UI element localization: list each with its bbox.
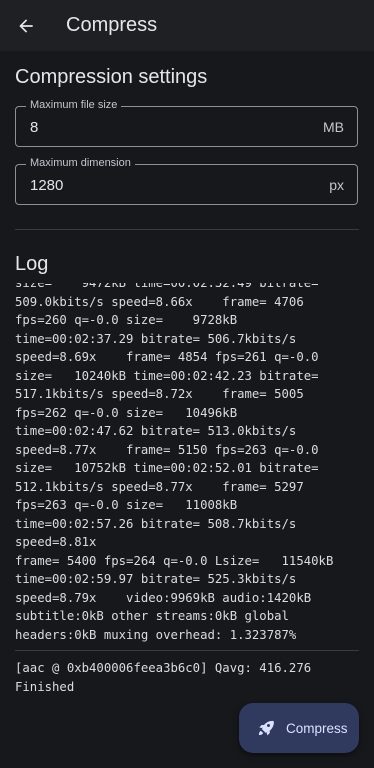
log-line: time=00:02:37.29 bitrate= 506.7kbits/s — [15, 331, 297, 346]
log-line: size= 10752kB time=00:02:52.01 bitrate= — [15, 461, 319, 475]
log-line: time=00:02:59.97 bitrate= 525.3kbits/s — [15, 572, 297, 586]
log-tail: [aac @ 0xb400006feea3b6c0] Qavg: 416.276… — [15, 659, 365, 696]
arrow-back-icon[interactable] — [15, 15, 37, 37]
max-file-size-field[interactable]: Maximum file size 8 MB — [15, 99, 358, 147]
log-line: speed=8.77x frame= 5150 fps=263 q=-0.0 — [15, 442, 319, 457]
divider — [15, 229, 359, 230]
compress-button-label: Compress — [286, 720, 348, 736]
log-line: fps=262 q=-0.0 size= 10496kB — [15, 405, 238, 420]
page-title: Compress — [66, 14, 158, 36]
log-line: frame= 5400 fps=264 q=-0.0 Lsize= 11540k… — [15, 553, 334, 568]
log-line: Finished — [15, 679, 75, 694]
max-dimension-label: Maximum dimension — [26, 157, 135, 169]
log-output[interactable]: size= 9472kB time=00:02:32.49 bitrate= 50… — [15, 283, 365, 643]
compress-button[interactable]: Compress — [239, 703, 359, 753]
log-title: Log — [15, 253, 49, 275]
max-dimension-field[interactable]: Maximum dimension 1280 px — [15, 157, 358, 205]
log-line: speed=8.79x video:9969kB audio:1420kB — [15, 590, 312, 605]
log-line: size= 10240kB time=00:02:42.23 bitrate= — [15, 368, 319, 383]
log-line: fps=260 q=-0.0 size= 9728kB — [15, 313, 238, 327]
log-line: time=00:02:57.26 bitrate= 508.7kbits/s — [15, 516, 297, 531]
max-file-size-unit: MB — [323, 119, 344, 135]
log-lines: size= 9472kB time=00:02:32.49 bitrate= 50… — [15, 283, 333, 643]
log-line: headers:0kB muxing overhead: 1.323787% — [15, 627, 297, 642]
log-line: size= 9472kB time=00:02:32.49 bitrate= — [15, 283, 319, 290]
divider — [15, 650, 359, 651]
max-file-size-value[interactable]: 8 — [30, 119, 38, 136]
max-dimension-unit: px — [329, 177, 344, 193]
log-line: [aac @ 0xb400006feea3b6c0] Qavg: 416.276 — [15, 661, 312, 675]
max-file-size-label: Maximum file size — [26, 99, 122, 111]
log-line: 517.1kbits/s speed=8.72x frame= 5005 — [15, 387, 304, 401]
log-line: subtitle:0kB other streams:0kB global — [15, 609, 289, 623]
log-line: speed=8.69x frame= 4854 fps=261 q=-0.0 — [15, 350, 319, 364]
log-line: speed=8.81x — [15, 535, 97, 549]
rocket-icon — [256, 718, 276, 738]
settings-title: Compression settings — [15, 66, 208, 88]
log-line: time=00:02:47.62 bitrate= 513.0kbits/s — [15, 424, 297, 438]
app-bar: Compress — [0, 0, 374, 51]
log-line: fps=263 q=-0.0 size= 11008kB — [15, 498, 238, 512]
max-dimension-value[interactable]: 1280 — [30, 177, 63, 194]
log-line: 509.0kbits/s speed=8.66x frame= 4706 — [15, 294, 304, 309]
log-line: 512.1kbits/s speed=8.77x frame= 5297 — [15, 479, 304, 494]
